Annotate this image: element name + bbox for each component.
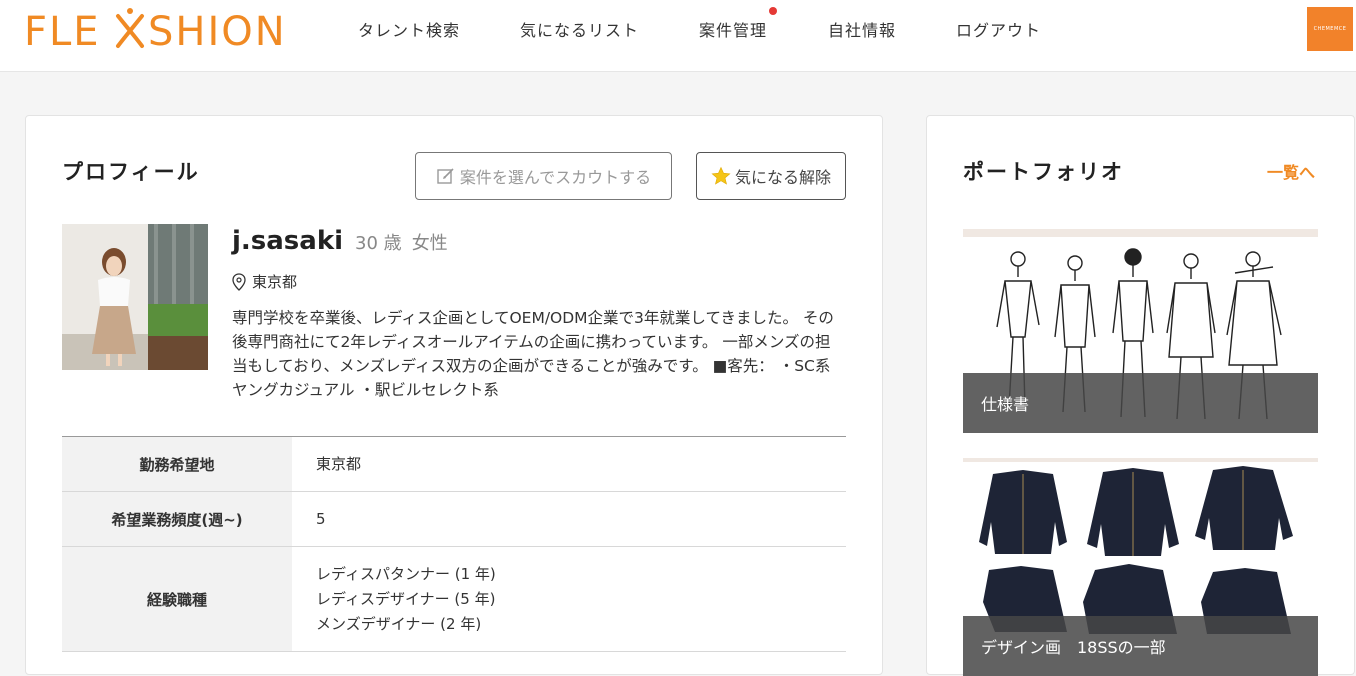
profile-card: プロフィール 案件を選んでスカウトする 気になる解除 j.sasaki 30 歳…	[25, 115, 883, 675]
row-value-work-location: 東京都	[292, 437, 846, 491]
portfolio-item-spec[interactable]: 仕様書	[963, 229, 1318, 433]
profile-title: プロフィール	[62, 160, 200, 184]
row-value-text: レディスパタンナー (1 年)	[316, 564, 496, 583]
nav-logout[interactable]: ログアウト	[956, 17, 1041, 41]
portfolio-title: ポートフォリオ	[963, 160, 1124, 184]
row-value-text: レディスデザイナー (5 年)	[316, 589, 496, 608]
row-value-text: 東京都	[316, 454, 362, 473]
svg-text:FLE: FLE	[24, 9, 101, 52]
profile-location-text: 東京都	[252, 273, 298, 291]
location-pin-icon	[232, 272, 246, 291]
profile-location: 東京都	[232, 271, 297, 292]
nav-company-info[interactable]: 自社情報	[828, 17, 896, 41]
company-avatar-text: CHEMEMCE	[1313, 26, 1347, 32]
row-label-work-location: 勤務希望地	[62, 437, 292, 491]
row-value-text: メンズデザイナー (2 年)	[316, 614, 482, 633]
nav-talent-search[interactable]: タレント検索	[358, 17, 460, 41]
profile-info-table: 勤務希望地 東京都 希望業務頻度(週~) 5 経験職種 レディスパタンナー (1…	[62, 436, 846, 652]
profile-photo	[62, 224, 208, 370]
row-value-text: 5	[316, 509, 326, 528]
profile-age: 30 歳	[355, 233, 402, 254]
table-row: 経験職種 レディスパタンナー (1 年) レディスデザイナー (5 年) メンズ…	[62, 547, 846, 652]
nav-favorites-list[interactable]: 気になるリスト	[520, 17, 639, 41]
portfolio-item-design[interactable]: デザイン画 18SSの一部	[963, 458, 1318, 676]
profile-name-line: j.sasaki 30 歳 女性	[232, 226, 448, 256]
scout-button[interactable]: 案件を選んでスカウトする	[415, 152, 672, 200]
portfolio-caption: デザイン画 18SSの一部	[963, 616, 1318, 676]
star-icon	[711, 166, 731, 185]
table-row: 希望業務頻度(週~) 5	[62, 492, 846, 547]
edit-icon	[437, 168, 454, 184]
row-label-experience: 経験職種	[62, 547, 292, 651]
svg-text:SHION: SHION	[148, 9, 287, 52]
table-row: 勤務希望地 東京都	[62, 437, 846, 492]
unfavorite-button-label: 気になる解除	[734, 168, 831, 187]
company-avatar[interactable]: CHEMEMCE	[1307, 7, 1353, 51]
top-header: FLE SHION タレント検索 気になるリスト 案件管理 自社情報 ログアウト…	[0, 0, 1356, 72]
profile-name: j.sasaki	[232, 226, 344, 256]
brand-logo[interactable]: FLE SHION	[24, 8, 300, 61]
portfolio-more-link[interactable]: 一覧へ	[1267, 159, 1315, 183]
nav-project-management[interactable]: 案件管理	[699, 7, 777, 41]
row-value-work-frequency: 5	[292, 492, 846, 546]
portfolio-card: ポートフォリオ 一覧へ 仕様書 デザイン画 18SSの一部	[926, 115, 1355, 676]
profile-bio: 専門学校を卒業後、レディス企画としてOEM/ODM企業で3年就業してきました。 …	[232, 309, 834, 399]
scout-button-label: 案件を選んでスカウトする	[459, 168, 652, 187]
portfolio-caption: 仕様書	[963, 373, 1318, 433]
row-label-work-frequency: 希望業務頻度(週~)	[62, 492, 292, 546]
profile-gender: 女性	[411, 233, 448, 254]
row-value-experience: レディスパタンナー (1 年) レディスデザイナー (5 年) メンズデザイナー…	[292, 547, 846, 651]
flexshion-logo: FLE SHION	[24, 8, 287, 55]
unfavorite-button[interactable]: 気になる解除	[696, 152, 846, 200]
nav-project-management-label: 案件管理	[699, 21, 768, 40]
profile-photo-image	[62, 224, 208, 370]
notification-dot	[769, 7, 777, 15]
